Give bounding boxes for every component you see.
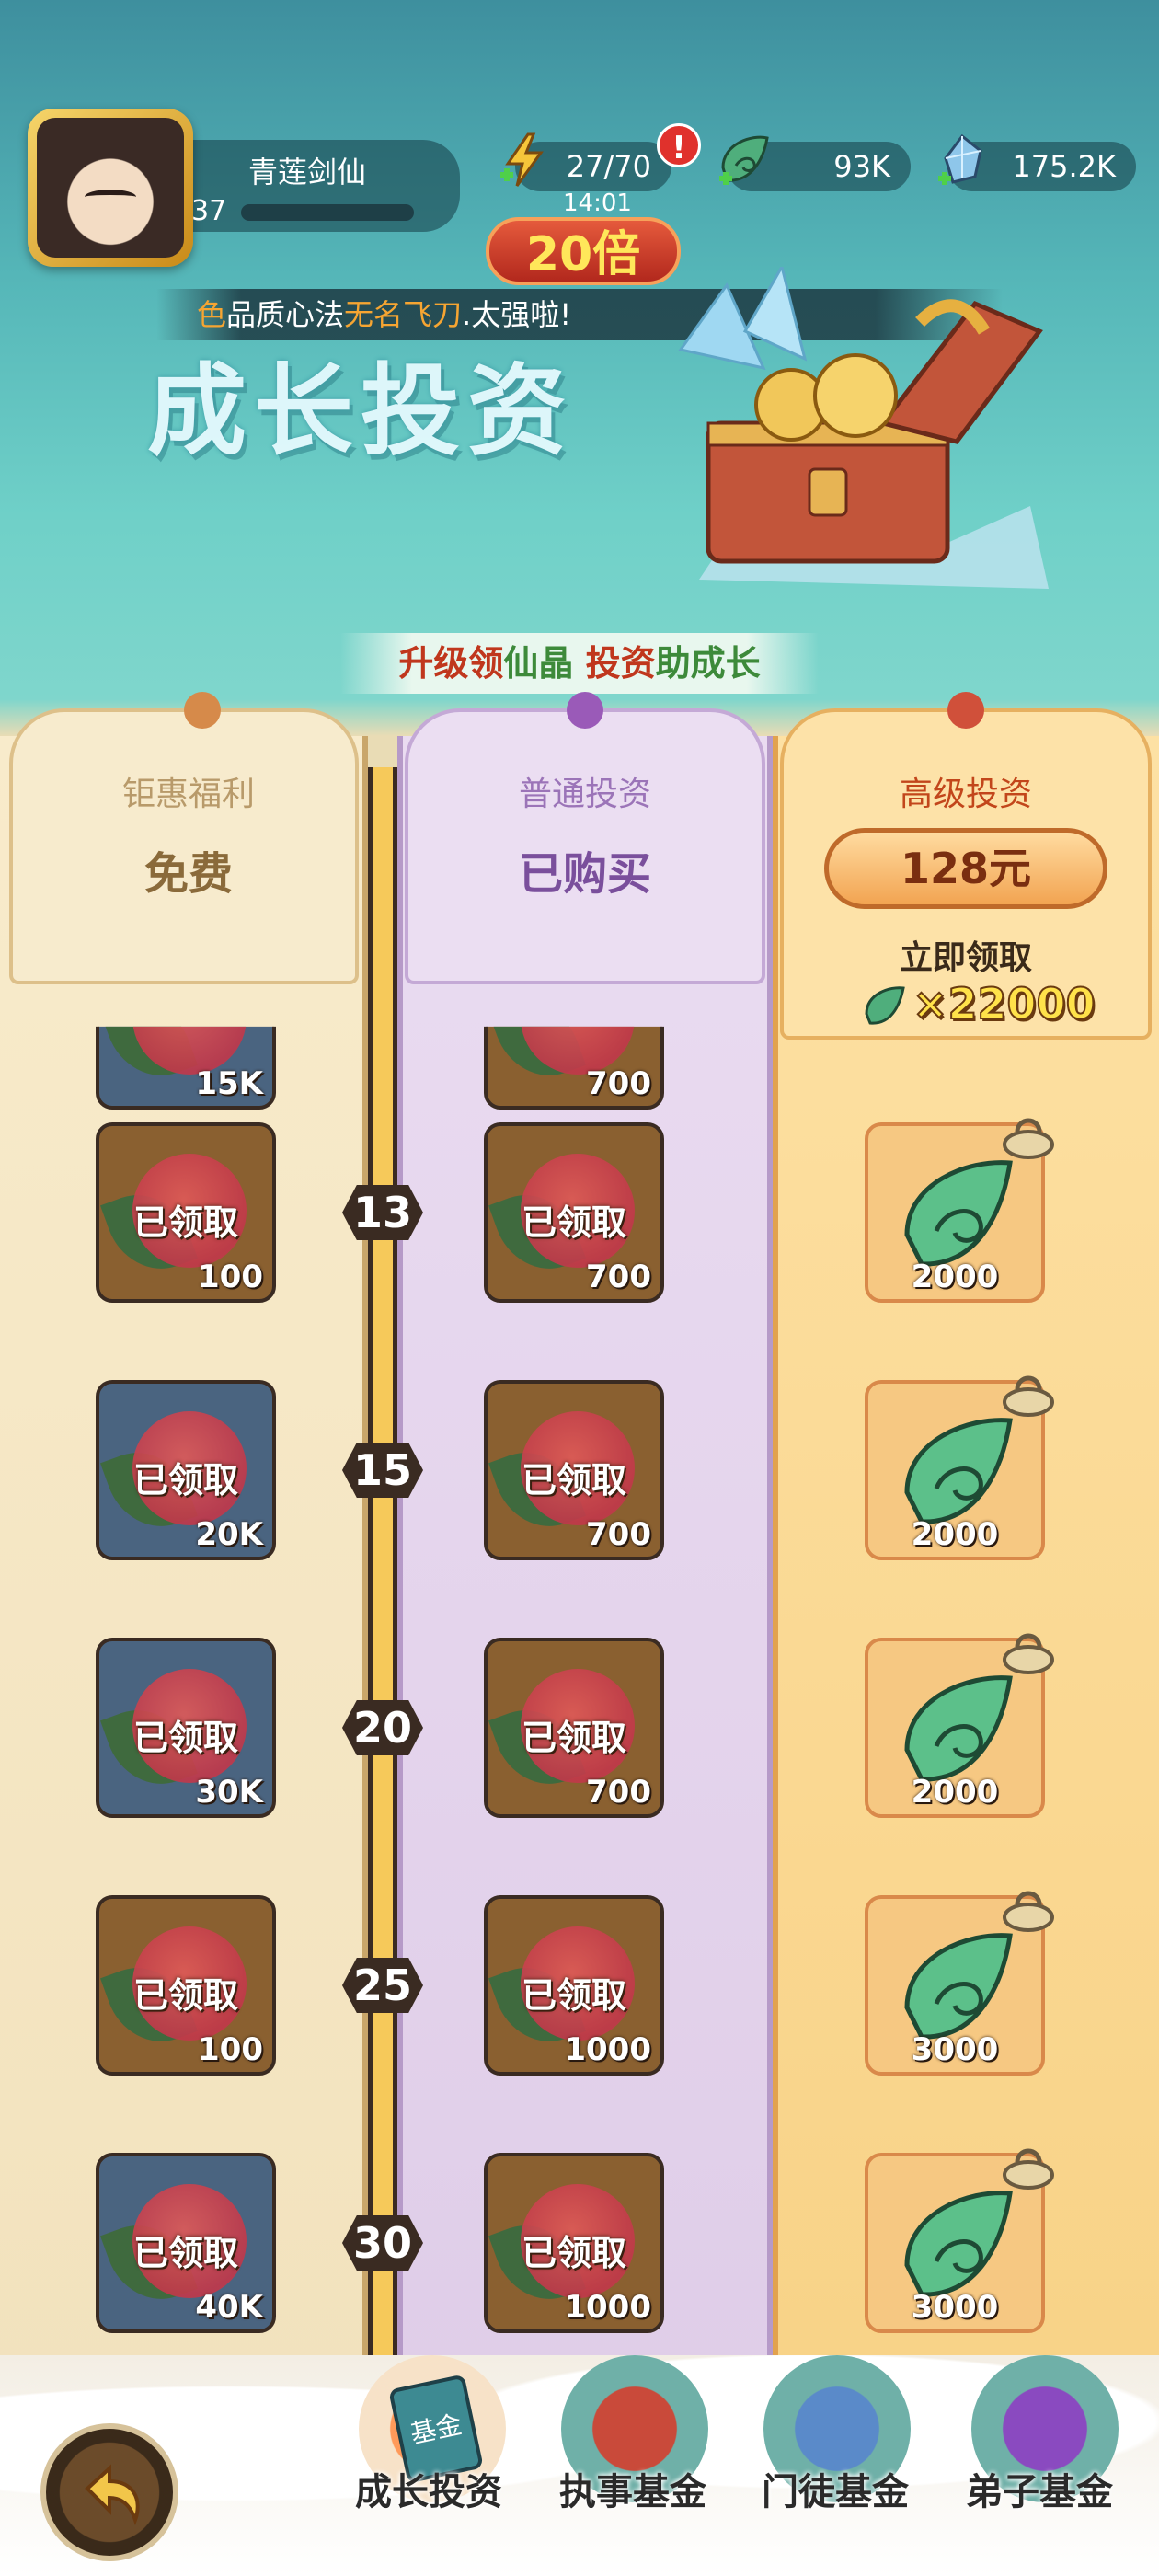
free-column-status: 免费: [143, 848, 233, 900]
crystal-icon: [938, 133, 982, 185]
free-column-title: 钜惠福利: [121, 776, 255, 813]
instant-claim-label: 立即领取: [899, 939, 1032, 977]
player-name: 青莲剑仙: [248, 155, 367, 190]
slogan-highlight-2: 助成长: [655, 643, 761, 684]
lock-icon: [1003, 2148, 1054, 2190]
free-reward-tile[interactable]: 已领取 30K: [96, 1638, 276, 1818]
back-arrow-icon: [85, 2464, 140, 2526]
normal-reward-tile[interactable]: 已领取 1000: [484, 1895, 664, 2076]
lock-icon: [1003, 1375, 1054, 1417]
normal-column-title: 普通投资: [518, 776, 651, 813]
experience-bar: [241, 204, 414, 221]
slogan-text-2: 投资: [573, 643, 656, 684]
lock-icon: [1003, 1633, 1054, 1674]
normal-reward-tile[interactable]: 已领取 700: [484, 1380, 664, 1560]
reward-amount: 700: [586, 1774, 651, 1811]
reward-amount: 700: [586, 1065, 651, 1102]
reward-amount: 30K: [195, 1774, 263, 1811]
level-marker: 13: [342, 1185, 423, 1240]
normal-reward-tile[interactable]: 已领取 700: [484, 1122, 664, 1303]
premium-price-button[interactable]: 128元: [824, 828, 1107, 909]
tab-disciple-fund[interactable]: 弟子基金: [929, 2462, 1150, 2515]
claimed-label: 已领取: [521, 1718, 626, 1758]
reward-amount: 100: [198, 1259, 263, 1295]
player-level: 37: [191, 195, 227, 227]
normal-reward-tile[interactable]: 已领取 1000: [484, 2153, 664, 2333]
tab-apprentice-fund[interactable]: 门徒基金: [725, 2462, 946, 2515]
level-marker: 15: [342, 1443, 423, 1498]
reward-amount: 20K: [195, 1516, 263, 1553]
free-reward-tile[interactable]: 已领取 100: [96, 1895, 276, 2076]
free-reward-tile[interactable]: 已领取 20K: [96, 1380, 276, 1560]
level-marker: 25: [342, 1958, 423, 2013]
level-marker: 20: [342, 1700, 423, 1755]
level-progress-track: [368, 767, 397, 2442]
marquee-quality: 色: [197, 297, 227, 332]
reward-amount: 40K: [195, 2289, 263, 2326]
claimed-label: 已领取: [132, 1460, 238, 1501]
knot-ornament-icon: [567, 692, 603, 729]
tab-steward-fund[interactable]: 执事基金: [522, 2462, 743, 2515]
level-marker: 30: [342, 2215, 423, 2271]
marquee-text-2: .太强啦!: [462, 297, 572, 332]
free-reward-tile[interactable]: 已领取 100: [96, 1122, 276, 1303]
crystal-currency-value: 175.2K: [1012, 149, 1116, 184]
reward-amount: 3000: [911, 2031, 999, 2068]
reward-amount: 1000: [564, 2289, 651, 2326]
alert-badge[interactable]: !: [657, 123, 701, 167]
claimed-label: 已领取: [132, 1718, 238, 1758]
normal-column-status: 已购买: [518, 848, 651, 900]
treasure-chest-icon: [678, 267, 1049, 589]
reward-amount: 100: [198, 2031, 263, 2068]
claimed-label: 已领取: [521, 1460, 626, 1501]
reward-amount: 2000: [911, 1774, 999, 1811]
claimed-label: 已领取: [132, 2233, 238, 2273]
slogan-highlight-1: 仙晶: [503, 643, 574, 684]
banner-title: 成长投资: [147, 353, 575, 469]
reward-amount: 700: [586, 1259, 651, 1295]
event-timer: 14:01: [563, 190, 632, 217]
marquee-text-1: 品质心法: [226, 297, 345, 332]
back-button[interactable]: [40, 2423, 178, 2561]
reward-amount: 700: [586, 1516, 651, 1553]
avatar-portrait: [37, 118, 184, 258]
player-avatar[interactable]: [28, 109, 193, 267]
lock-icon: [1003, 1118, 1054, 1159]
instant-claim-amount: ×22000: [912, 978, 1096, 1029]
premium-column-title: 高级投资: [899, 776, 1032, 813]
lightning-icon: [500, 132, 544, 187]
lock-icon: [1003, 1891, 1054, 1932]
slogan-banner: 升级领仙晶 投资助成长: [340, 633, 819, 694]
slogan-text-1: 升级领: [398, 643, 504, 684]
claimed-label: 已领取: [132, 1202, 238, 1243]
jade-currency-value: 93K: [833, 149, 890, 184]
jade-leaf-icon: [719, 135, 769, 185]
knot-ornament-icon: [947, 692, 984, 729]
reward-amount: 2000: [911, 1259, 999, 1295]
jade-leaf-icon: [865, 986, 905, 1025]
claimed-label: 已领取: [521, 1975, 626, 2016]
marquee-skill: 无名飞刀: [344, 297, 463, 332]
knot-ornament-icon: [184, 692, 221, 729]
reward-amount: 3000: [911, 2289, 999, 2326]
normal-reward-tile[interactable]: 已领取 700: [484, 1638, 664, 1818]
claimed-label: 已领取: [521, 2233, 626, 2273]
reward-amount: 15K: [195, 1065, 263, 1102]
claimed-label: 已领取: [521, 1202, 626, 1243]
free-reward-tile[interactable]: 已领取 40K: [96, 2153, 276, 2333]
reward-amount: 2000: [911, 1516, 999, 1553]
claimed-label: 已领取: [132, 1975, 238, 2016]
stamina-value: 27/70: [566, 149, 651, 184]
tab-growth-investment[interactable]: 成长投资: [318, 2462, 539, 2515]
reward-amount: 1000: [564, 2031, 651, 2068]
